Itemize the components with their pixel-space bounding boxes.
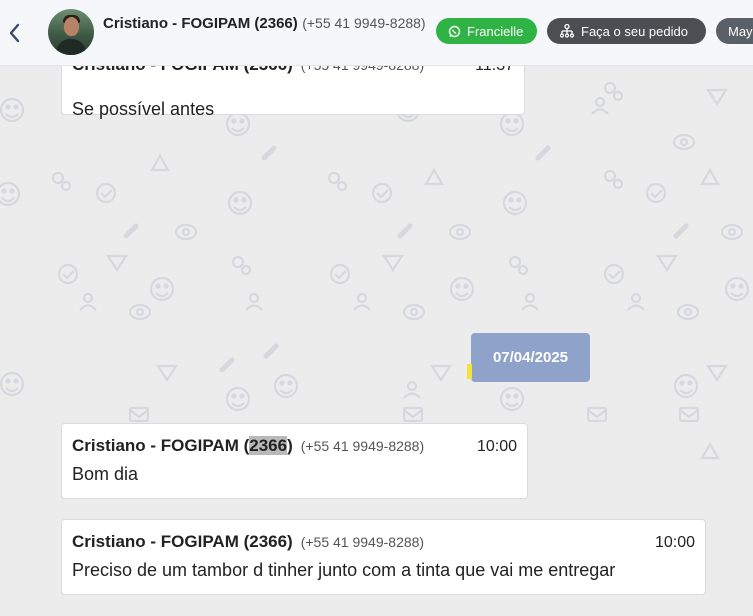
message-text: Se possível antes [72,99,215,119]
message-sender-phone: (+55 41 9949-8288) [300,534,425,550]
may-button[interactable]: May [716,18,753,44]
date-separator: 07/04/2025 [471,333,590,382]
chevron-left-icon [9,23,20,43]
contact-phone: (+55 41 9949-8288) [302,15,426,31]
whatsapp-agent-label: Francielle [467,23,524,39]
may-label: May [728,23,753,39]
place-order-button[interactable]: Faça o seu pedido [547,18,706,44]
message-time: 10:00 [654,534,695,551]
selected-text-highlight: 2366 [249,436,288,455]
whatsapp-icon [448,25,461,38]
contact-info[interactable]: Cristiano - FOGIPAM (2366) (+55 41 9949-… [103,15,428,32]
org-chart-icon [559,24,575,38]
avatar-face [64,17,79,36]
message-meta: Cristiano - FOGIPAM (2366) (+55 41 9949-… [72,436,517,456]
message-sender-phone: (+55 41 9949-8288) [300,438,425,454]
message-meta: Cristiano - FOGIPAM (2366) (+55 41 9949-… [72,532,695,552]
whatsapp-agent-button[interactable]: Francielle [436,18,537,44]
message-sender: Cristiano - FOGIPAM (2366) [72,436,293,455]
contact-name: Cristiano - FOGIPAM (2366) [103,15,298,32]
back-button[interactable] [6,22,22,44]
chat-header: Cristiano - FOGIPAM (2366) (+55 41 9949-… [0,0,753,66]
avatar-shirt [56,39,86,55]
message-text: Preciso de um tambor d tinher junto com … [72,560,616,580]
contact-avatar[interactable] [48,9,94,55]
date-marker [467,364,472,379]
place-order-label: Faça o seu pedido [581,23,688,39]
message-bubble[interactable]: Cristiano - FOGIPAM (2366) (+55 41 9949-… [61,423,528,499]
message-sender: Cristiano - FOGIPAM (2366) [72,532,293,551]
message-bubble[interactable]: Cristiano - FOGIPAM (2366) (+55 41 9949-… [61,519,706,595]
message-text: Bom dia [72,464,139,484]
message-time: 10:00 [476,438,517,455]
